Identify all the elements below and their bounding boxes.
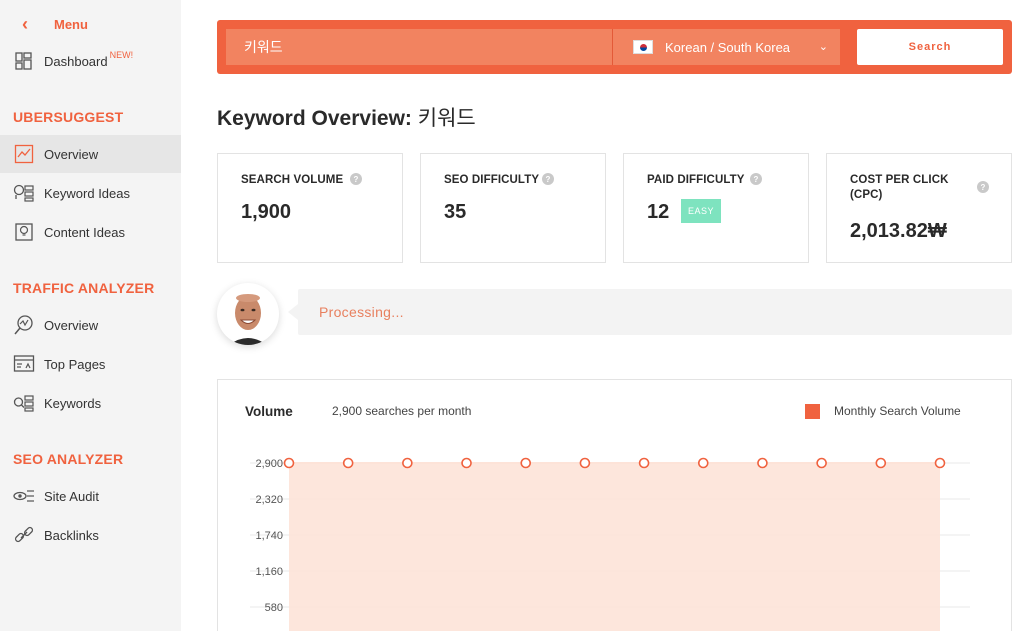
card-value: 12 xyxy=(647,201,670,223)
status-bubble xyxy=(298,289,1012,335)
section-heading-seo-analyzer: SEO ANALYZER xyxy=(13,451,124,467)
sidebar-item-label: Keyword Ideas xyxy=(44,185,130,201)
sidebar-item-backlinks[interactable]: Backlinks xyxy=(0,516,181,554)
sidebar-item-label: Overview xyxy=(44,317,99,333)
seo-difficulty-card: SEO DIFFICULTY ? 35 xyxy=(420,153,606,263)
top-pages-icon xyxy=(12,352,36,376)
overview-chart-icon xyxy=(12,142,36,166)
keyword-input[interactable]: 키워드 xyxy=(226,29,612,65)
legend-swatch xyxy=(805,404,820,419)
card-label: PAID DIFFICULTY xyxy=(647,174,745,186)
menu-label: Menu xyxy=(54,17,88,32)
chart-subtitle: 2,900 searches per month xyxy=(332,404,472,418)
chevron-down-icon: ⌄ xyxy=(818,41,828,53)
card-label: SEARCH VOLUME xyxy=(241,174,344,186)
card-value: 2,013.82₩ xyxy=(850,220,947,242)
traffic-overview-icon xyxy=(12,313,36,337)
sidebar-item-keyword-ideas[interactable]: Keyword Ideas xyxy=(0,174,181,212)
dashboard-icon xyxy=(12,49,36,73)
sidebar-item-label: Overview xyxy=(44,146,99,162)
sidebar-item-label: Top Pages xyxy=(44,356,106,372)
chart-title: Volume xyxy=(245,404,293,419)
processing-text: Processing... xyxy=(319,304,404,320)
sidebar-item-content-ideas[interactable]: Content Ideas xyxy=(0,213,181,251)
sidebar-item-overview[interactable]: Overview xyxy=(0,135,181,173)
page-title-keyword: 키워드 xyxy=(417,106,476,130)
page-title: Keyword Overview: 키워드 xyxy=(217,102,476,132)
help-icon[interactable]: ? xyxy=(750,173,762,185)
keyword-ideas-icon xyxy=(12,181,36,205)
cpc-card: COST PER CLICK (CPC) ? 2,013.82₩ xyxy=(826,153,1012,263)
easy-badge: EASY xyxy=(681,199,721,223)
avatar xyxy=(217,283,279,345)
sidebar-item-label: Backlinks xyxy=(44,527,99,543)
bubble-tail xyxy=(288,304,298,320)
help-icon[interactable]: ? xyxy=(542,173,554,185)
help-icon[interactable]: ? xyxy=(350,173,362,185)
language-select[interactable]: Korean / South Korea ⌄ xyxy=(612,29,840,65)
section-heading-traffic-analyzer: TRAFFIC ANALYZER xyxy=(13,280,155,296)
card-value: 35 xyxy=(444,201,467,223)
section-heading-ubersuggest: UBERSUGGEST xyxy=(13,109,124,125)
keywords-icon xyxy=(12,391,36,415)
sidebar-item-label: Keywords xyxy=(44,395,102,411)
search-bar: 키워드 Korean / South Korea ⌄ Search xyxy=(217,20,1012,74)
card-value: 1,900 xyxy=(241,201,292,223)
chevron-left-icon: ‹ xyxy=(22,14,28,34)
sidebar-item-top-pages[interactable]: Top Pages xyxy=(0,345,181,383)
card-label: SEO DIFFICULTY xyxy=(444,174,540,186)
new-badge: NEW! xyxy=(109,50,134,60)
legend-label: Monthly Search Volume xyxy=(834,404,961,418)
link-icon xyxy=(12,523,36,547)
sidebar-item-keywords[interactable]: Keywords xyxy=(0,384,181,422)
card-label-line1: COST PER CLICK xyxy=(850,174,949,186)
search-button[interactable]: Search xyxy=(857,29,1003,65)
sidebar-item-traffic-overview[interactable]: Overview xyxy=(0,306,181,344)
card-label: COST PER CLICK (CPC) xyxy=(850,174,949,201)
sidebar-item-site-audit[interactable]: Site Audit xyxy=(0,477,181,515)
sidebar: ‹ Menu Dashboard NEW! UBERSUGGEST Overvi… xyxy=(0,0,181,631)
sidebar-item-label: Dashboard xyxy=(44,53,108,69)
paid-difficulty-card: PAID DIFFICULTY ? 12 EASY xyxy=(623,153,809,263)
language-label: Korean / South Korea xyxy=(665,39,791,55)
sidebar-item-dashboard[interactable]: Dashboard NEW! xyxy=(0,42,181,80)
sidebar-item-label: Site Audit xyxy=(44,488,99,504)
korea-flag-icon xyxy=(633,40,653,54)
menu-back-button[interactable]: ‹ Menu xyxy=(22,14,88,35)
help-icon[interactable]: ? xyxy=(977,181,989,193)
card-label-line2: (CPC) xyxy=(850,189,883,201)
sidebar-item-label: Content Ideas xyxy=(44,224,125,240)
page-title-prefix: Keyword Overview: xyxy=(217,107,412,130)
site-audit-icon xyxy=(12,484,36,508)
content-ideas-icon xyxy=(12,220,36,244)
search-volume-card: SEARCH VOLUME ? 1,900 xyxy=(217,153,403,263)
